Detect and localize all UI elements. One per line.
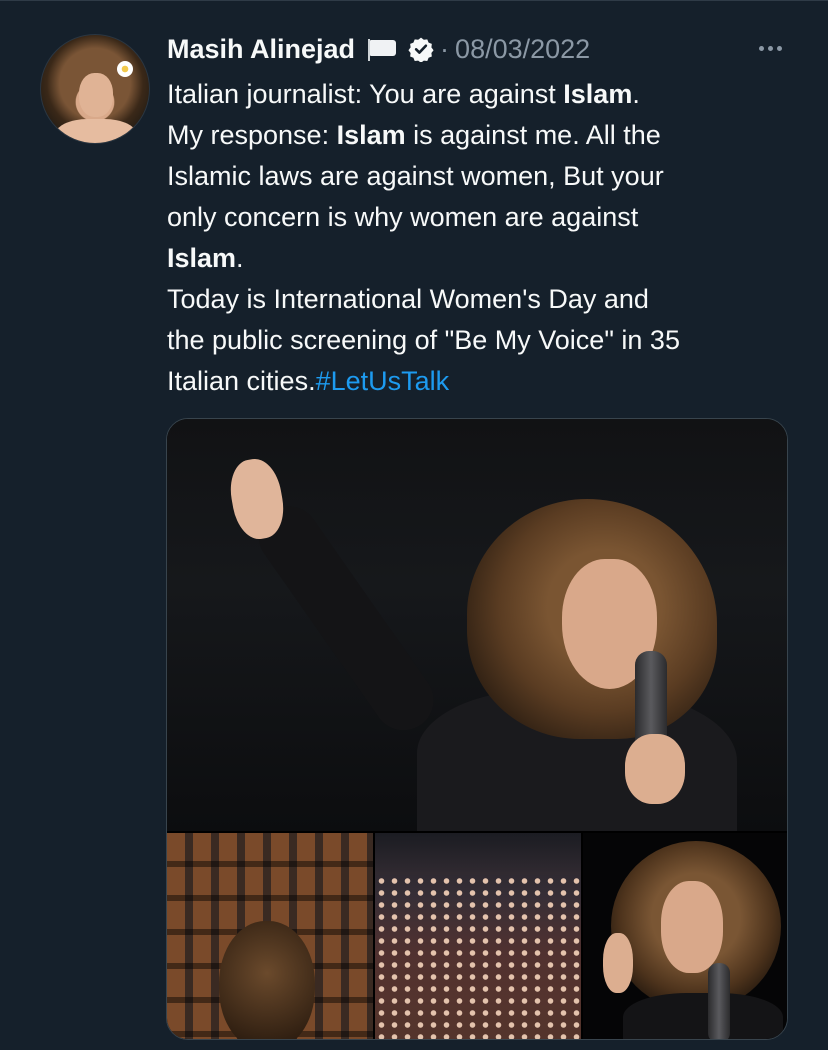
- tweet-line: Today is International Women's Day and: [167, 284, 649, 314]
- avatar[interactable]: [40, 34, 150, 144]
- hashtag-link[interactable]: #LetUsTalk: [316, 366, 450, 396]
- avatar-face: [79, 73, 113, 117]
- photo-face: [661, 881, 723, 973]
- verified-badge-icon: [408, 37, 434, 62]
- separator-dot: ·: [440, 33, 450, 64]
- bold-word: Islam: [563, 79, 633, 109]
- microphone-icon: [708, 963, 730, 1039]
- photo-hair: [219, 921, 315, 1039]
- photo-crowd: [375, 875, 581, 1039]
- photo-hand: [603, 933, 633, 993]
- text-segment: Italian cities.: [167, 366, 316, 396]
- tweet-line: My response: Islam is against me. All th…: [167, 115, 797, 156]
- photo-audience-rear[interactable]: [167, 833, 373, 1039]
- tweet[interactable]: Masih Alinejad · 08/03/2022 Italian jour…: [0, 0, 828, 1050]
- photo-speaker-raised-arm[interactable]: [167, 419, 787, 831]
- bold-word: Islam: [167, 243, 237, 273]
- text-segment: is against me. All the: [405, 120, 661, 150]
- media-grid: [166, 418, 788, 1040]
- photo-speaker-closeup[interactable]: [583, 833, 787, 1039]
- photo-body: [623, 993, 783, 1039]
- tweet-line: Italian cities.#LetUsTalk: [167, 361, 797, 402]
- text-segment: .: [236, 243, 244, 273]
- tweet-line: the public screening of "Be My Voice" in…: [167, 325, 680, 355]
- text-segment: Italian journalist: You are against: [167, 79, 564, 109]
- more-horizontal-icon[interactable]: [752, 34, 788, 62]
- white-flag-icon: [366, 36, 398, 62]
- tweet-line: Islamic laws are against women, But your: [167, 161, 664, 191]
- tweet-line: only concern is why women are against: [167, 202, 639, 232]
- author-name[interactable]: Masih Alinejad: [167, 34, 355, 65]
- text-segment: My response:: [167, 120, 337, 150]
- divider: [0, 0, 828, 1]
- bold-word: Islam: [336, 120, 406, 150]
- tweet-date[interactable]: 08/03/2022: [455, 34, 590, 65]
- photo-theater-crowd[interactable]: [375, 833, 581, 1039]
- tweet-line: Islam.: [167, 238, 797, 279]
- photo-arm: [247, 494, 446, 742]
- tweet-line: Italian journalist: You are against Isla…: [167, 74, 797, 115]
- photo-hand: [625, 734, 685, 804]
- tweet-header: Masih Alinejad · 08/03/2022: [167, 30, 590, 68]
- avatar-flower: [117, 61, 133, 77]
- text-segment: .: [632, 79, 640, 109]
- avatar-shoulders: [55, 119, 137, 143]
- tweet-text: Italian journalist: You are against Isla…: [167, 74, 797, 402]
